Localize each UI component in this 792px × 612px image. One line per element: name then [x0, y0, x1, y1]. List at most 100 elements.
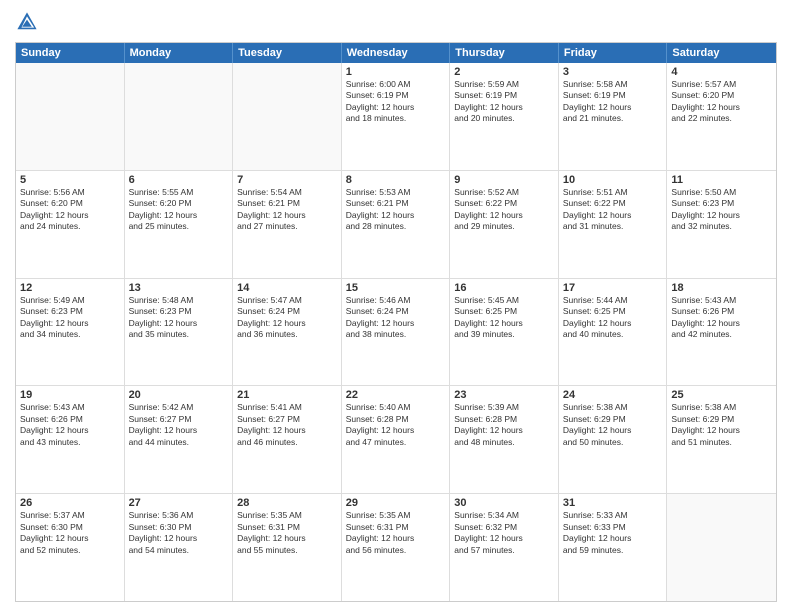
page: SundayMondayTuesdayWednesdayThursdayFrid…	[0, 0, 792, 612]
calendar-cell-empty-0-1	[125, 63, 234, 170]
header-day-friday: Friday	[559, 43, 668, 63]
header	[15, 10, 777, 34]
cell-info: Sunrise: 5:33 AM Sunset: 6:33 PM Dayligh…	[563, 510, 663, 556]
calendar-cell-2: 2Sunrise: 5:59 AM Sunset: 6:19 PM Daylig…	[450, 63, 559, 170]
cell-info: Sunrise: 5:42 AM Sunset: 6:27 PM Dayligh…	[129, 402, 229, 448]
calendar-cell-15: 15Sunrise: 5:46 AM Sunset: 6:24 PM Dayli…	[342, 279, 451, 386]
calendar-cell-28: 28Sunrise: 5:35 AM Sunset: 6:31 PM Dayli…	[233, 494, 342, 601]
header-day-monday: Monday	[125, 43, 234, 63]
calendar-body: 1Sunrise: 6:00 AM Sunset: 6:19 PM Daylig…	[16, 63, 776, 601]
day-number: 2	[454, 66, 554, 78]
cell-info: Sunrise: 5:39 AM Sunset: 6:28 PM Dayligh…	[454, 402, 554, 448]
calendar-cell-1: 1Sunrise: 6:00 AM Sunset: 6:19 PM Daylig…	[342, 63, 451, 170]
calendar-cell-11: 11Sunrise: 5:50 AM Sunset: 6:23 PM Dayli…	[667, 171, 776, 278]
calendar-cell-13: 13Sunrise: 5:48 AM Sunset: 6:23 PM Dayli…	[125, 279, 234, 386]
day-number: 3	[563, 66, 663, 78]
day-number: 4	[671, 66, 772, 78]
cell-info: Sunrise: 5:47 AM Sunset: 6:24 PM Dayligh…	[237, 295, 337, 341]
day-number: 8	[346, 174, 446, 186]
cell-info: Sunrise: 5:53 AM Sunset: 6:21 PM Dayligh…	[346, 187, 446, 233]
calendar-cell-4: 4Sunrise: 5:57 AM Sunset: 6:20 PM Daylig…	[667, 63, 776, 170]
cell-info: Sunrise: 5:35 AM Sunset: 6:31 PM Dayligh…	[346, 510, 446, 556]
day-number: 18	[671, 282, 772, 294]
day-number: 11	[671, 174, 772, 186]
cell-info: Sunrise: 5:57 AM Sunset: 6:20 PM Dayligh…	[671, 79, 772, 125]
cell-info: Sunrise: 5:44 AM Sunset: 6:25 PM Dayligh…	[563, 295, 663, 341]
calendar: SundayMondayTuesdayWednesdayThursdayFrid…	[15, 42, 777, 602]
calendar-row-2: 12Sunrise: 5:49 AM Sunset: 6:23 PM Dayli…	[16, 278, 776, 386]
cell-info: Sunrise: 5:58 AM Sunset: 6:19 PM Dayligh…	[563, 79, 663, 125]
day-number: 23	[454, 389, 554, 401]
day-number: 29	[346, 497, 446, 509]
calendar-cell-23: 23Sunrise: 5:39 AM Sunset: 6:28 PM Dayli…	[450, 386, 559, 493]
day-number: 7	[237, 174, 337, 186]
day-number: 10	[563, 174, 663, 186]
cell-info: Sunrise: 5:43 AM Sunset: 6:26 PM Dayligh…	[20, 402, 120, 448]
cell-info: Sunrise: 5:51 AM Sunset: 6:22 PM Dayligh…	[563, 187, 663, 233]
cell-info: Sunrise: 5:45 AM Sunset: 6:25 PM Dayligh…	[454, 295, 554, 341]
day-number: 28	[237, 497, 337, 509]
cell-info: Sunrise: 5:52 AM Sunset: 6:22 PM Dayligh…	[454, 187, 554, 233]
calendar-cell-26: 26Sunrise: 5:37 AM Sunset: 6:30 PM Dayli…	[16, 494, 125, 601]
calendar-cell-25: 25Sunrise: 5:38 AM Sunset: 6:29 PM Dayli…	[667, 386, 776, 493]
cell-info: Sunrise: 6:00 AM Sunset: 6:19 PM Dayligh…	[346, 79, 446, 125]
calendar-cell-10: 10Sunrise: 5:51 AM Sunset: 6:22 PM Dayli…	[559, 171, 668, 278]
calendar-cell-27: 27Sunrise: 5:36 AM Sunset: 6:30 PM Dayli…	[125, 494, 234, 601]
header-day-sunday: Sunday	[16, 43, 125, 63]
cell-info: Sunrise: 5:49 AM Sunset: 6:23 PM Dayligh…	[20, 295, 120, 341]
cell-info: Sunrise: 5:41 AM Sunset: 6:27 PM Dayligh…	[237, 402, 337, 448]
calendar-cell-12: 12Sunrise: 5:49 AM Sunset: 6:23 PM Dayli…	[16, 279, 125, 386]
calendar-row-0: 1Sunrise: 6:00 AM Sunset: 6:19 PM Daylig…	[16, 63, 776, 170]
header-day-thursday: Thursday	[450, 43, 559, 63]
calendar-cell-29: 29Sunrise: 5:35 AM Sunset: 6:31 PM Dayli…	[342, 494, 451, 601]
cell-info: Sunrise: 5:38 AM Sunset: 6:29 PM Dayligh…	[671, 402, 772, 448]
calendar-header: SundayMondayTuesdayWednesdayThursdayFrid…	[16, 43, 776, 63]
header-day-tuesday: Tuesday	[233, 43, 342, 63]
calendar-cell-5: 5Sunrise: 5:56 AM Sunset: 6:20 PM Daylig…	[16, 171, 125, 278]
cell-info: Sunrise: 5:36 AM Sunset: 6:30 PM Dayligh…	[129, 510, 229, 556]
day-number: 25	[671, 389, 772, 401]
day-number: 19	[20, 389, 120, 401]
calendar-cell-19: 19Sunrise: 5:43 AM Sunset: 6:26 PM Dayli…	[16, 386, 125, 493]
cell-info: Sunrise: 5:59 AM Sunset: 6:19 PM Dayligh…	[454, 79, 554, 125]
calendar-cell-9: 9Sunrise: 5:52 AM Sunset: 6:22 PM Daylig…	[450, 171, 559, 278]
day-number: 6	[129, 174, 229, 186]
calendar-row-1: 5Sunrise: 5:56 AM Sunset: 6:20 PM Daylig…	[16, 170, 776, 278]
calendar-cell-6: 6Sunrise: 5:55 AM Sunset: 6:20 PM Daylig…	[125, 171, 234, 278]
calendar-cell-8: 8Sunrise: 5:53 AM Sunset: 6:21 PM Daylig…	[342, 171, 451, 278]
day-number: 20	[129, 389, 229, 401]
calendar-cell-22: 22Sunrise: 5:40 AM Sunset: 6:28 PM Dayli…	[342, 386, 451, 493]
calendar-cell-18: 18Sunrise: 5:43 AM Sunset: 6:26 PM Dayli…	[667, 279, 776, 386]
cell-info: Sunrise: 5:38 AM Sunset: 6:29 PM Dayligh…	[563, 402, 663, 448]
day-number: 30	[454, 497, 554, 509]
day-number: 1	[346, 66, 446, 78]
header-day-saturday: Saturday	[667, 43, 776, 63]
day-number: 12	[20, 282, 120, 294]
calendar-cell-16: 16Sunrise: 5:45 AM Sunset: 6:25 PM Dayli…	[450, 279, 559, 386]
cell-info: Sunrise: 5:34 AM Sunset: 6:32 PM Dayligh…	[454, 510, 554, 556]
calendar-cell-14: 14Sunrise: 5:47 AM Sunset: 6:24 PM Dayli…	[233, 279, 342, 386]
calendar-cell-31: 31Sunrise: 5:33 AM Sunset: 6:33 PM Dayli…	[559, 494, 668, 601]
cell-info: Sunrise: 5:43 AM Sunset: 6:26 PM Dayligh…	[671, 295, 772, 341]
calendar-row-3: 19Sunrise: 5:43 AM Sunset: 6:26 PM Dayli…	[16, 385, 776, 493]
cell-info: Sunrise: 5:40 AM Sunset: 6:28 PM Dayligh…	[346, 402, 446, 448]
calendar-cell-24: 24Sunrise: 5:38 AM Sunset: 6:29 PM Dayli…	[559, 386, 668, 493]
calendar-cell-30: 30Sunrise: 5:34 AM Sunset: 6:32 PM Dayli…	[450, 494, 559, 601]
day-number: 5	[20, 174, 120, 186]
day-number: 22	[346, 389, 446, 401]
day-number: 31	[563, 497, 663, 509]
calendar-cell-empty-0-2	[233, 63, 342, 170]
calendar-row-4: 26Sunrise: 5:37 AM Sunset: 6:30 PM Dayli…	[16, 493, 776, 601]
calendar-cell-21: 21Sunrise: 5:41 AM Sunset: 6:27 PM Dayli…	[233, 386, 342, 493]
cell-info: Sunrise: 5:56 AM Sunset: 6:20 PM Dayligh…	[20, 187, 120, 233]
cell-info: Sunrise: 5:55 AM Sunset: 6:20 PM Dayligh…	[129, 187, 229, 233]
day-number: 26	[20, 497, 120, 509]
calendar-cell-3: 3Sunrise: 5:58 AM Sunset: 6:19 PM Daylig…	[559, 63, 668, 170]
day-number: 16	[454, 282, 554, 294]
day-number: 24	[563, 389, 663, 401]
day-number: 14	[237, 282, 337, 294]
day-number: 13	[129, 282, 229, 294]
day-number: 27	[129, 497, 229, 509]
day-number: 21	[237, 389, 337, 401]
calendar-cell-empty-4-6	[667, 494, 776, 601]
